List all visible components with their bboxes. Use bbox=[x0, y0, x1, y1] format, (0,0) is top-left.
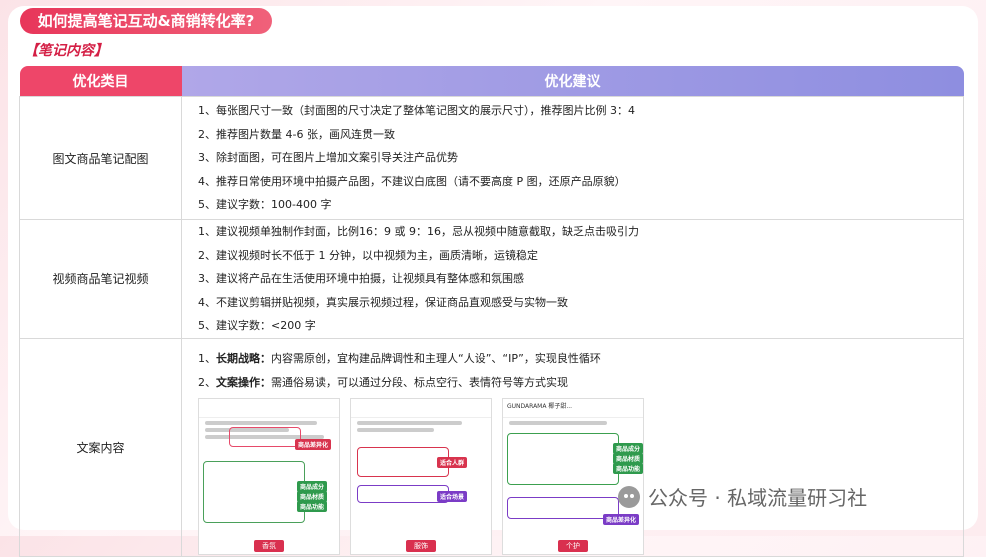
wechat-icon bbox=[618, 485, 640, 508]
screenshot-personal-care: GUNDARAMA 椰子甜... 商品成分 商品材质 商品功能 商品差异化 个护 bbox=[502, 398, 644, 555]
suggestion-line: 5、建议字数：<200 字 bbox=[198, 319, 316, 332]
table-row: 图文商品笔记配图 1、每张图尺寸一致（封面图的尺寸决定了整体笔记图文的展示尺寸）… bbox=[19, 96, 964, 220]
suggestion-cell: 1、长期战略：内容需原创，宜构建品牌调性和主理人“人设”、“IP”，实现良性循环… bbox=[181, 337, 964, 557]
screenshot-fragrance: 商品差异化 商品成分 商品材质 商品功能 香氛 bbox=[198, 398, 340, 555]
table-row: 视频商品笔记视频 1、建议视频单独制作封面，比例16：9 或 9：16，忌从视频… bbox=[19, 219, 964, 339]
category-cell: 文案内容 bbox=[19, 337, 182, 557]
suggestion-line: 4、不建议剪辑拼贴视频，真实展示视频过程，保证商品直观感受与实物一致 bbox=[198, 295, 568, 309]
suggestion-line: 2、推荐图片数量 4-6 张，画风连贯一致 bbox=[198, 127, 395, 141]
header-suggestion: 优化建议 bbox=[181, 66, 964, 97]
category-cell: 图文商品笔记配图 bbox=[19, 96, 182, 220]
suggestion-line: 4、推荐日常使用环境中拍摄产品图，不建议白底图（请不要高度 P 图，还原产品原貌… bbox=[198, 174, 626, 188]
suggestion-cell: 1、建议视频单独制作封面，比例16：9 或 9：16，忌从视频中随意截取，缺乏点… bbox=[181, 219, 964, 339]
example-screenshots: 商品差异化 商品成分 商品材质 商品功能 香氛 适合人群 适合场景 服饰 GUN… bbox=[198, 398, 947, 555]
table-row: 文案内容 1、长期战略：内容需原创，宜构建品牌调性和主理人“人设”、“IP”，实… bbox=[19, 337, 964, 557]
watermark-text: 公众号 · 私域流量研习社 bbox=[648, 486, 868, 510]
page-title: 如何提高笔记互动&商销转化率? bbox=[20, 8, 272, 34]
suggestion-line: 2、建议视频时长不低于 1 分钟，以中视频为主，画质清晰，运镜稳定 bbox=[198, 248, 538, 262]
watermark: 公众号 · 私域流量研习社 bbox=[618, 482, 867, 511]
suggestion-line: 3、除封面图，可在图片上增加文案引导关注产品优势 bbox=[198, 151, 458, 165]
category-cell: 视频商品笔记视频 bbox=[19, 219, 182, 339]
suggestion-line: 2、文案操作：需通俗易读，可以通过分段、标点空行、表情符号等方式实现 bbox=[198, 375, 568, 389]
suggestion-line: 1、建议视频单独制作封面，比例16：9 或 9：16，忌从视频中随意截取，缺乏点… bbox=[198, 225, 639, 238]
suggestion-line: 5、建议字数：100-400 字 bbox=[198, 198, 332, 212]
screenshot-apparel: 适合人群 适合场景 服饰 bbox=[350, 398, 492, 555]
section-label: 【笔记内容】 bbox=[24, 43, 108, 59]
suggestion-cell: 1、每张图尺寸一致（封面图的尺寸决定了整体笔记图文的展示尺寸），推荐图片比例 3… bbox=[181, 96, 964, 220]
suggestion-line: 1、长期战略：内容需原创，宜构建品牌调性和主理人“人设”、“IP”，实现良性循环 bbox=[198, 352, 601, 365]
suggestion-line: 1、每张图尺寸一致（封面图的尺寸决定了整体笔记图文的展示尺寸），推荐图片比例 3… bbox=[198, 104, 635, 118]
suggestion-line: 3、建议将产品在生活使用环境中拍摄，让视频具有整体感和氛围感 bbox=[198, 272, 524, 285]
header-category: 优化类目 bbox=[19, 66, 182, 97]
